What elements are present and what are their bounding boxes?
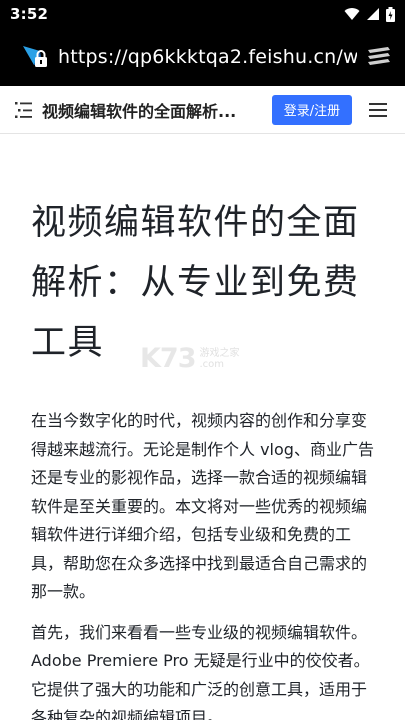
- menu-icon[interactable]: [369, 102, 387, 118]
- site-lock-icon[interactable]: [20, 43, 50, 71]
- signal-icon: [367, 8, 379, 20]
- status-time: 3:52: [10, 5, 49, 23]
- site-header: 视频编辑软件的全面解析... 登录/注册: [0, 86, 405, 134]
- status-bar: 3:52: [0, 0, 405, 28]
- article-paragraph: 首先，我们来看看一些专业级的视频编辑软件。Adobe Premiere Pro …: [31, 622, 370, 720]
- document-title: 视频编辑软件的全面解析...: [42, 101, 237, 121]
- login-button[interactable]: 登录/注册: [272, 94, 352, 125]
- tabs-icon[interactable]: [365, 45, 393, 69]
- status-icons: [344, 6, 395, 22]
- wifi-icon: [344, 8, 360, 20]
- article-paragraph: 在当今数字化的时代，视频内容的创作和分享变得越来越流行。无论是制作个人 vlog…: [31, 411, 374, 601]
- url-text[interactable]: https://qp6kkktqa2.feishu.cn/w: [58, 46, 357, 68]
- article-title: 视频编辑软件的全面解析：从专业到免费工具: [31, 203, 360, 363]
- battery-icon: [386, 6, 395, 22]
- article-content: 视频编辑软件的全面解析：从专业到免费工具 在当今数字化的时代，视频内容的创作和分…: [0, 135, 405, 720]
- toc-icon[interactable]: [14, 101, 34, 119]
- browser-url-bar[interactable]: https://qp6kkktqa2.feishu.cn/w: [0, 28, 405, 86]
